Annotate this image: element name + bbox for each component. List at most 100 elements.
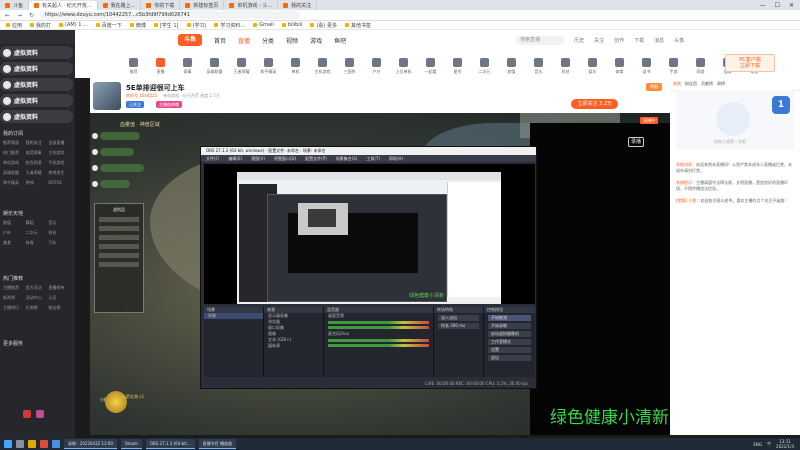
category-item[interactable]: 读书	[633, 58, 660, 78]
report-button[interactable]: 举报	[646, 83, 662, 91]
category-item[interactable]: 娱乐	[579, 58, 606, 78]
back-arrow-icon[interactable]: ←	[4, 12, 11, 19]
taskbar-app[interactable]: 录制 · 20220432 13:00	[64, 439, 117, 449]
history-icon[interactable]: 历史	[574, 37, 584, 44]
category-item[interactable]: 星秀	[444, 58, 471, 78]
bookmark[interactable]: 应用	[6, 22, 22, 29]
sidebar-pill[interactable]: 虚拟资料	[0, 78, 73, 91]
sidebar-pill[interactable]: 虚拟资料	[0, 46, 73, 59]
browser-tab[interactable]: 我的关注	[278, 1, 318, 10]
sidebar-link[interactable]: 王者荣耀	[26, 170, 49, 176]
sidebar-link[interactable]: 我的关注	[26, 140, 49, 146]
audio-meter[interactable]	[328, 321, 429, 324]
audio-meter[interactable]	[328, 339, 429, 342]
obs-menu-item[interactable]: 视图(V)	[251, 155, 265, 162]
category-item[interactable]: 一起看	[417, 58, 444, 78]
category-item[interactable]: 户外	[363, 58, 390, 78]
streamer-avatar[interactable]	[93, 82, 121, 110]
sidebar-link[interactable]: 原神	[26, 180, 49, 186]
sidebar-link[interactable]: 官方活动	[26, 285, 49, 291]
file-explorer-icon[interactable]	[28, 440, 36, 448]
app-icon[interactable]	[23, 410, 31, 418]
url-field[interactable]: https://www.douyu.com/10442257...c5b3fd9…	[40, 11, 300, 19]
category-item[interactable]: 二次元	[471, 58, 498, 78]
nav-item[interactable]: 鱼吧	[334, 36, 346, 45]
sidebar-link[interactable]: 热门推荐	[3, 150, 26, 156]
bookmark[interactable]: 我的打	[30, 22, 51, 29]
settings-button[interactable]: 设置	[488, 347, 531, 353]
transition-select[interactable]: 淡入淡出	[438, 315, 479, 321]
download-icon[interactable]: 下载	[634, 37, 644, 44]
category-item[interactable]: 赛事	[174, 58, 201, 78]
sidebar-link[interactable]: 和平精英	[3, 180, 26, 186]
forward-arrow-icon[interactable]: →	[16, 12, 23, 19]
bookmark[interactable]: 其他书签	[344, 22, 371, 29]
app-icon[interactable]	[36, 410, 44, 418]
avatar-icon[interactable]: 头像	[674, 37, 684, 44]
rank-tab[interactable]: 贵宾	[673, 81, 681, 87]
follow-button[interactable]: 立即关注 3.2万	[571, 99, 618, 109]
create-icon[interactable]: 创作	[614, 37, 624, 44]
category-item[interactable]: 王者荣耀	[228, 58, 255, 78]
browser-tab[interactable]: 你的下载	[141, 1, 181, 10]
bookmark[interactable]: Gmail	[253, 22, 274, 28]
obs-menu-item[interactable]: 场景集合(S)	[336, 155, 358, 162]
sidebar-link[interactable]: 体育	[26, 240, 49, 246]
sidebar-link[interactable]: 二次元	[26, 230, 49, 236]
category-item[interactable]: 上位单机	[390, 58, 417, 78]
sidebar-link[interactable]: DOTA2	[48, 180, 71, 186]
browser-tab[interactable]: 单机游戏 - 斗...	[224, 1, 279, 10]
category-item[interactable]: 推荐	[120, 58, 147, 78]
category-item[interactable]: 科技	[552, 58, 579, 78]
douyu-logo[interactable]: 斗鱼	[178, 34, 202, 46]
sidebar-link[interactable]: 主播排行	[3, 305, 26, 311]
language-indicator[interactable]: ENG	[753, 442, 762, 447]
close-button[interactable]: ✕	[789, 2, 794, 9]
nav-item[interactable]: 首页	[214, 36, 226, 45]
app-icon[interactable]	[52, 440, 60, 448]
nav-item-active[interactable]: 直播	[238, 36, 250, 45]
start-streaming-button[interactable]: 开始推流	[488, 315, 531, 321]
search-input[interactable]: 搜索直播	[516, 35, 565, 45]
source-item[interactable]: 媒体源	[264, 343, 323, 349]
sidebar-link[interactable]: 综合网游	[26, 160, 49, 166]
category-item[interactable]: 和平精英	[255, 58, 282, 78]
taskbar-app[interactable]: Steam	[120, 439, 142, 449]
category-item[interactable]: 颜值	[498, 58, 525, 78]
category-item[interactable]: 主机游戏	[309, 58, 336, 78]
nav-item[interactable]: 游戏	[310, 36, 322, 45]
sidebar-pill[interactable]: 虚拟资料	[0, 94, 73, 107]
maximize-button[interactable]: ☐	[775, 2, 780, 9]
taskbar-app[interactable]: 直播节目 播放器	[198, 439, 236, 449]
browser-tab[interactable]: 新建标签页	[180, 1, 225, 10]
studio-mode-button[interactable]: 工作室模式	[488, 339, 531, 345]
rank-tab[interactable]: 周榜	[717, 81, 725, 87]
follow-icon[interactable]: 关注	[594, 37, 604, 44]
app-icon[interactable]	[40, 440, 48, 448]
audio-meter[interactable]	[328, 344, 429, 347]
sidebar-link[interactable]: 户外	[3, 230, 26, 236]
sidebar-link[interactable]: 活动中心	[26, 295, 49, 301]
ime-indicator[interactable]: 中	[767, 441, 771, 447]
sidebar-link[interactable]: 认证	[48, 295, 71, 301]
clock[interactable]: 13:11 2022/1/4	[776, 439, 794, 449]
obs-menu-item[interactable]: 工具(T)	[366, 155, 380, 162]
nav-item[interactable]: 分类	[262, 36, 274, 45]
browser-tab-active[interactable]: 有关超人 · 纪元开荒...	[29, 1, 98, 10]
bookmark[interactable]: (看) 更多	[310, 22, 337, 29]
category-item[interactable]: 三国杀	[336, 58, 363, 78]
sidebar-link[interactable]: 粉丝榜	[48, 305, 71, 311]
obs-menu-item[interactable]: 配置文件(P)	[305, 155, 327, 162]
duration-field[interactable]: 时长 300 ms	[438, 323, 479, 329]
sidebar-link[interactable]: 舞蹈	[26, 220, 49, 226]
obs-menu-item[interactable]: 文件(F)	[206, 155, 219, 162]
exit-button[interactable]: 退出	[488, 355, 531, 361]
obs-menu-item[interactable]: 停靠窗口(D)	[274, 155, 296, 162]
category-item[interactable]: 音乐	[525, 58, 552, 78]
virtual-camera-button[interactable]: 启动虚拟摄像机	[488, 331, 531, 337]
bookmark[interactable]: 学习资料...	[214, 22, 245, 29]
category-item[interactable]: 单机	[282, 58, 309, 78]
sidebar-pill[interactable]: 虚拟资料	[0, 110, 73, 123]
category-item[interactable]: 英雄联盟	[201, 58, 228, 78]
video-player[interactable]: 血量值 · 神兽区域 战利品 小精灵 · 火灵 直播中 录播 OBS 27.1.…	[90, 113, 670, 435]
